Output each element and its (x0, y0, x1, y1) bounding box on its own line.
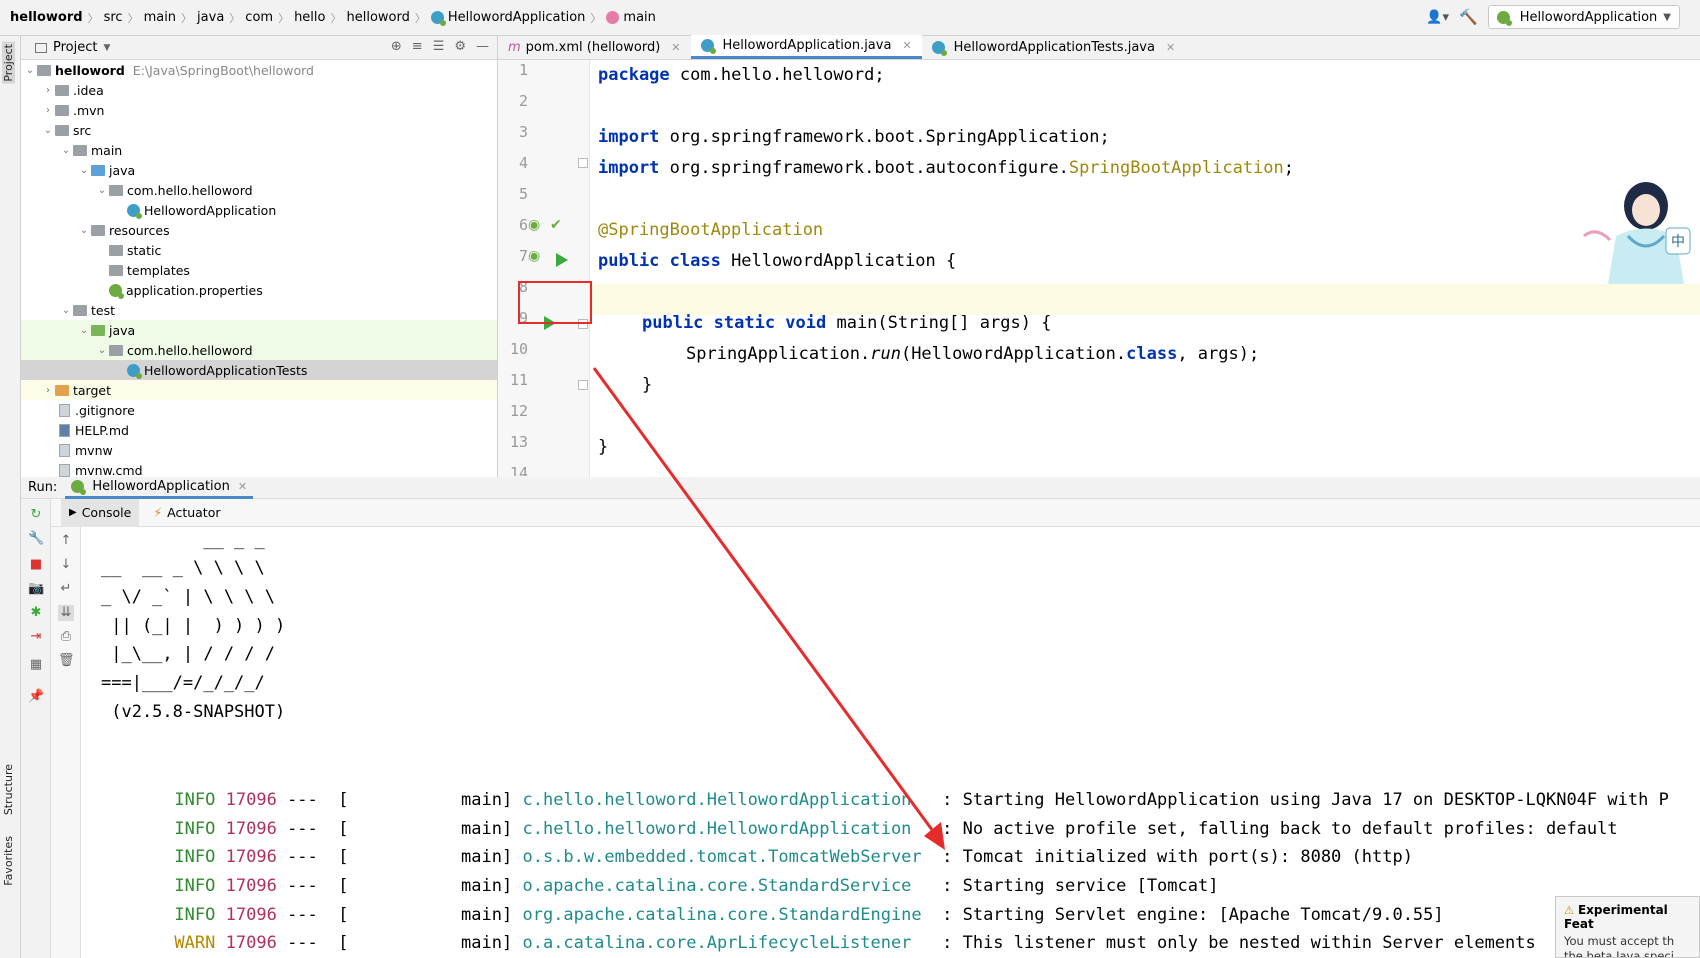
annotation-arrow (592, 367, 945, 850)
